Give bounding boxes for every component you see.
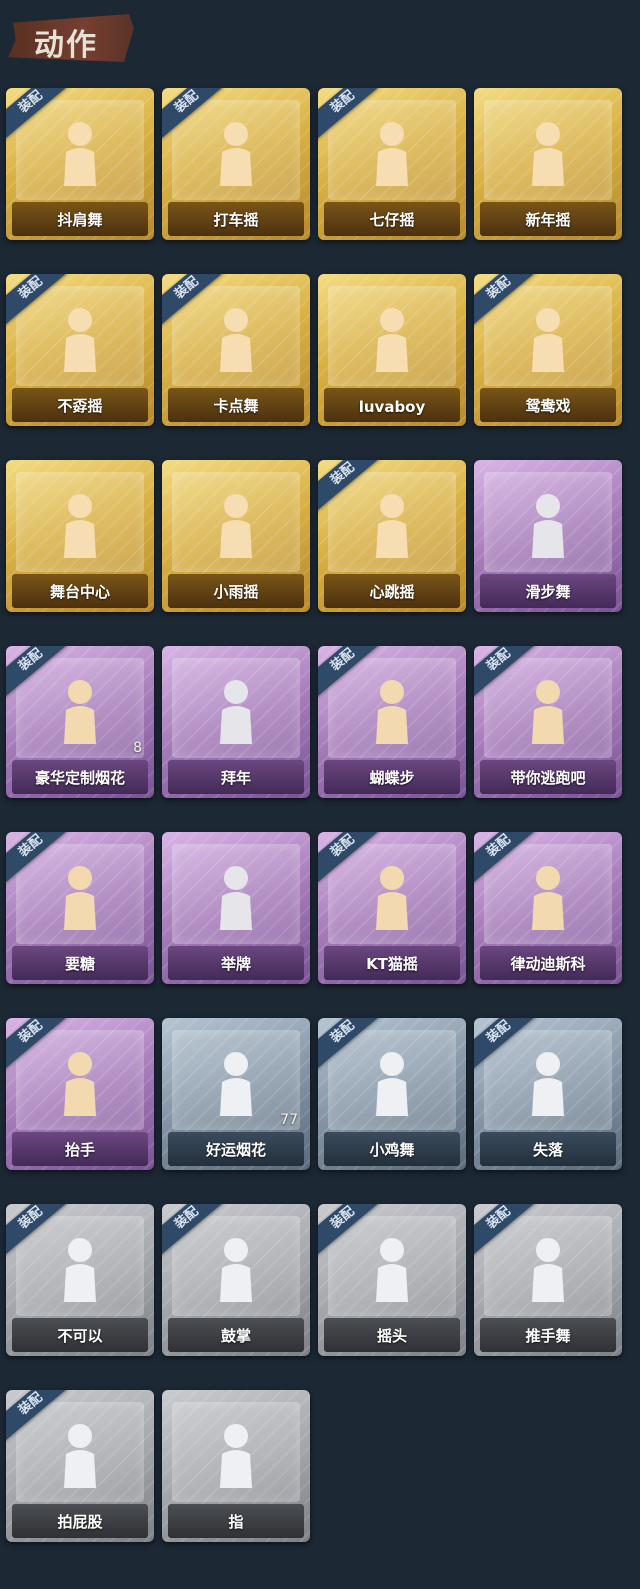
figure-center-stage-icon: [64, 494, 96, 558]
figure-beat-dance-icon: [220, 308, 252, 372]
emote-label: 滑步舞: [525, 583, 571, 601]
emote-label: 不可以: [57, 1327, 103, 1345]
emote-card[interactable]: 豪华定制烟花 8 装配: [6, 646, 154, 798]
emote-label: 摇头: [376, 1327, 407, 1345]
emote-card[interactable]: 指: [162, 1390, 310, 1542]
figure-luvaboy-icon: [376, 308, 408, 372]
figure-greeting-icon: [220, 680, 252, 744]
emote-label: 好运烟花: [205, 1141, 266, 1159]
figure-ask-candy-icon: [64, 866, 96, 930]
emote-card[interactable]: 打车摇 装配: [162, 88, 310, 240]
emote-label: luvaboy: [358, 398, 426, 416]
figure-duet-icon: [532, 308, 564, 372]
emote-label: 小雨摇: [213, 583, 259, 601]
figure-disco-icon: [532, 866, 564, 930]
finger-wag-icon: [64, 1238, 96, 1302]
figure-new-year-shake-icon: [532, 122, 564, 186]
emote-card[interactable]: 七仔摇 装配: [318, 88, 466, 240]
emote-card[interactable]: luvaboy: [318, 274, 466, 426]
emote-card[interactable]: 鼓掌 装配: [162, 1204, 310, 1356]
figure-pat-icon: [64, 1424, 96, 1488]
figure-hold-sign-icon: [220, 866, 252, 930]
emote-label: 鼓掌: [220, 1327, 251, 1345]
figure-raise-hand-icon: [64, 1052, 96, 1116]
emote-label: 抬手: [64, 1141, 95, 1159]
emote-card[interactable]: KT猫摇 装配: [318, 832, 466, 984]
section-title: 动作: [34, 28, 98, 63]
emote-card[interactable]: 要糖 装配: [6, 832, 154, 984]
figure-point-up-icon: [64, 308, 96, 372]
emote-label: 不孬摇: [57, 397, 103, 415]
emote-card[interactable]: 失落 装配: [474, 1018, 622, 1170]
figure-run-away-icon: [532, 680, 564, 744]
emote-card[interactable]: 抬手 装配: [6, 1018, 154, 1170]
figure-kt-cat-icon: [376, 866, 408, 930]
figure-head-shake-icon: [376, 1238, 408, 1302]
emote-card[interactable]: 好运烟花 77: [162, 1018, 310, 1170]
emote-card[interactable]: 不可以 装配: [6, 1204, 154, 1356]
emote-card[interactable]: 推手舞 装配: [474, 1204, 622, 1356]
firework-can-icon: [220, 1052, 252, 1116]
emote-label: 律动迪斯科: [510, 955, 586, 973]
emote-label: 鸳鸯戏: [525, 397, 571, 415]
emote-label: 拍屁股: [57, 1513, 103, 1531]
emote-card[interactable]: 拍屁股 装配: [6, 1390, 154, 1542]
emote-card[interactable]: 卡点舞 装配: [162, 274, 310, 426]
pointing-hand-icon: [220, 1424, 252, 1488]
figure-rain-shake-icon: [220, 494, 252, 558]
emote-label: 推手舞: [525, 1327, 571, 1345]
emote-card[interactable]: 不孬摇 装配: [6, 274, 154, 426]
figure-slide-step-icon: [532, 494, 564, 558]
fireworks-box-icon: [64, 680, 96, 744]
emote-label: 拜年: [220, 769, 251, 787]
emote-card[interactable]: 心跳摇 装配: [318, 460, 466, 612]
emote-card[interactable]: 举牌: [162, 832, 310, 984]
emote-label: 指: [228, 1513, 244, 1531]
emote-card[interactable]: 带你逃跑吧 装配: [474, 646, 622, 798]
clapping-hands-icon: [220, 1238, 252, 1302]
emote-card[interactable]: 抖肩舞 装配: [6, 88, 154, 240]
emote-card[interactable]: 蝴蝶步 装配: [318, 646, 466, 798]
emote-label: KT猫摇: [366, 955, 418, 973]
emote-card[interactable]: 小鸡舞 装配: [318, 1018, 466, 1170]
emote-label: 舞台中心: [49, 583, 110, 601]
emote-card[interactable]: 小雨摇: [162, 460, 310, 612]
emote-label: 打车摇: [213, 211, 259, 229]
emote-label: 要糖: [64, 955, 95, 973]
emote-label: 抖肩舞: [57, 211, 103, 229]
figure-butterfly-step-icon: [376, 680, 408, 744]
emote-label: 七仔摇: [369, 211, 415, 229]
emote-card[interactable]: 拜年: [162, 646, 310, 798]
emote-card[interactable]: 舞台中心: [6, 460, 154, 612]
figure-taxi-shake-icon: [220, 122, 252, 186]
emote-card[interactable]: 滑步舞: [474, 460, 622, 612]
section-header: 动作: [0, 0, 640, 80]
emote-label: 小鸡舞: [369, 1141, 415, 1159]
emote-label: 卡点舞: [213, 397, 259, 415]
figure-heartbeat-icon: [376, 494, 408, 558]
emote-card[interactable]: 摇头 装配: [318, 1204, 466, 1356]
figure-shoulder-shake-icon: [64, 122, 96, 186]
emote-label: 蝴蝶步: [369, 769, 415, 787]
figure-chicken-dance-icon: [376, 1052, 408, 1116]
figure-push-hands-icon: [532, 1238, 564, 1302]
emote-label: 豪华定制烟花: [34, 769, 125, 787]
figure-qizai-shake-icon: [376, 122, 408, 186]
item-count: 8: [133, 740, 142, 756]
emote-label: 心跳摇: [369, 583, 415, 601]
emote-card[interactable]: 律动迪斯科 装配: [474, 832, 622, 984]
emote-label: 举牌: [220, 955, 251, 973]
emote-label: 新年摇: [525, 211, 571, 229]
emote-card[interactable]: 鸳鸯戏 装配: [474, 274, 622, 426]
emote-label: 失落: [532, 1141, 563, 1159]
emote-label: 带你逃跑吧: [510, 769, 586, 787]
figure-crawl-icon: [532, 1052, 564, 1116]
item-count: 77: [280, 1112, 298, 1128]
emote-card[interactable]: 新年摇: [474, 88, 622, 240]
